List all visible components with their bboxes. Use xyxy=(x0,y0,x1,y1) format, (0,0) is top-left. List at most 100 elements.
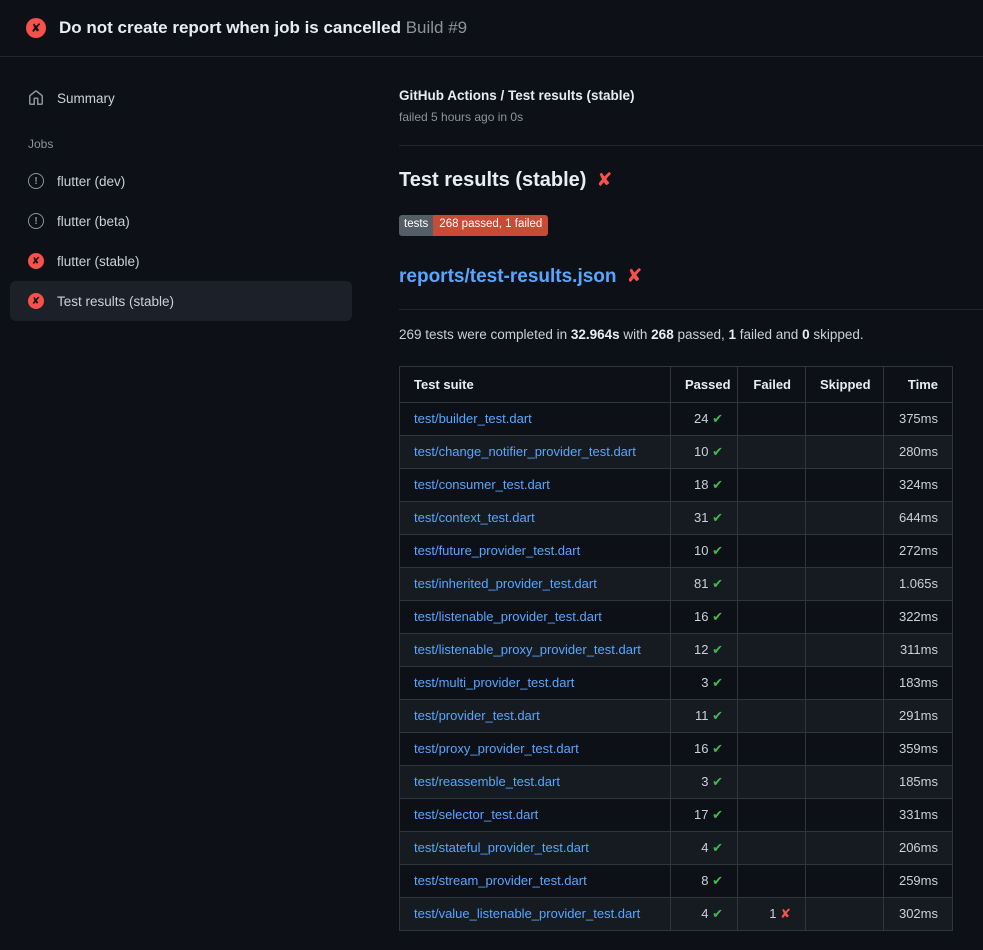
test-suite-link[interactable]: test/stateful_provider_test.dart xyxy=(414,840,589,855)
table-cell xyxy=(738,732,806,765)
failed-x-icon: ✘ xyxy=(627,267,643,286)
table-cell xyxy=(806,435,884,468)
table-cell: 206ms xyxy=(884,831,953,864)
table-cell: test/stream_provider_test.dart xyxy=(400,864,671,897)
check-icon: ✔ xyxy=(712,840,723,855)
table-cell xyxy=(806,864,884,897)
column-header: Skipped xyxy=(806,366,884,402)
table-cell: 16 ✔ xyxy=(671,732,738,765)
table-row: test/reassemble_test.dart 3 ✔ 185ms xyxy=(400,765,953,798)
check-icon: ✔ xyxy=(712,642,723,657)
table-cell: 4 ✔ xyxy=(671,897,738,930)
table-cell: 4 ✔ xyxy=(671,831,738,864)
table-cell: 280ms xyxy=(884,435,953,468)
test-suite-link[interactable]: test/change_notifier_provider_test.dart xyxy=(414,444,636,459)
test-suite-link[interactable]: test/selector_test.dart xyxy=(414,807,538,822)
table-cell: test/provider_test.dart xyxy=(400,699,671,732)
section-title: Test results (stable) ✘ xyxy=(399,169,983,192)
table-cell: 185ms xyxy=(884,765,953,798)
check-icon: ✔ xyxy=(712,543,723,558)
table-row: test/context_test.dart31 ✔644ms xyxy=(400,501,953,534)
table-cell xyxy=(806,798,884,831)
job-label: Test results (stable) xyxy=(57,294,174,309)
table-cell: 302ms xyxy=(884,897,953,930)
sidebar-item-test-results-stable[interactable]: ✘Test results (stable) xyxy=(10,281,352,321)
divider xyxy=(399,309,983,310)
sidebar-item-flutter-beta[interactable]: !flutter (beta) xyxy=(10,201,352,241)
test-suite-link[interactable]: test/reassemble_test.dart xyxy=(414,774,560,789)
table-cell: 10 ✔ xyxy=(671,435,738,468)
table-cell xyxy=(806,402,884,435)
table-cell: test/change_notifier_provider_test.dart xyxy=(400,435,671,468)
summary-label: Summary xyxy=(57,91,115,106)
table-cell xyxy=(738,435,806,468)
table-cell xyxy=(806,765,884,798)
table-row: test/listenable_proxy_provider_test.dart… xyxy=(400,633,953,666)
sidebar-item-summary[interactable]: Summary xyxy=(0,81,399,115)
x-circle-fill-icon: ✘ xyxy=(28,253,44,269)
test-suite-link[interactable]: test/inherited_provider_test.dart xyxy=(414,576,597,591)
table-row: test/future_provider_test.dart10 ✔272ms xyxy=(400,534,953,567)
table-cell: test/multi_provider_test.dart xyxy=(400,666,671,699)
results-table-body: test/builder_test.dart24 ✔375mstest/chan… xyxy=(400,402,953,930)
table-row: test/builder_test.dart24 ✔375ms xyxy=(400,402,953,435)
table-cell xyxy=(738,864,806,897)
sidebar-item-flutter-stable[interactable]: ✘flutter (stable) xyxy=(10,241,352,281)
column-header: Test suite xyxy=(400,366,671,402)
results-table: Test suitePassedFailedSkippedTime test/b… xyxy=(399,366,953,931)
table-cell: 18 ✔ xyxy=(671,468,738,501)
check-icon: ✔ xyxy=(712,906,723,921)
job-label: flutter (beta) xyxy=(57,214,130,229)
table-cell: 3 ✔ xyxy=(671,765,738,798)
table-row: test/provider_test.dart11 ✔291ms xyxy=(400,699,953,732)
table-cell xyxy=(738,501,806,534)
test-suite-link[interactable]: test/context_test.dart xyxy=(414,510,535,525)
report-link[interactable]: reports/test-results.json xyxy=(399,266,617,288)
table-cell: test/stateful_provider_test.dart xyxy=(400,831,671,864)
test-suite-link[interactable]: test/multi_provider_test.dart xyxy=(414,675,574,690)
check-icon: ✔ xyxy=(712,774,723,789)
check-icon: ✔ xyxy=(712,411,723,426)
table-cell: 1.065s xyxy=(884,567,953,600)
summary-skipped: 0 xyxy=(802,327,810,342)
table-cell: 24 ✔ xyxy=(671,402,738,435)
column-header: Time xyxy=(884,366,953,402)
table-cell: 272ms xyxy=(884,534,953,567)
test-suite-link[interactable]: test/proxy_provider_test.dart xyxy=(414,741,579,756)
table-row: test/listenable_provider_test.dart16 ✔32… xyxy=(400,600,953,633)
check-icon: ✔ xyxy=(712,477,723,492)
table-cell: 331ms xyxy=(884,798,953,831)
table-cell: 17 ✔ xyxy=(671,798,738,831)
test-suite-link[interactable]: test/provider_test.dart xyxy=(414,708,540,723)
test-suite-link[interactable]: test/builder_test.dart xyxy=(414,411,532,426)
test-suite-link[interactable]: test/consumer_test.dart xyxy=(414,477,550,492)
table-cell: 81 ✔ xyxy=(671,567,738,600)
table-cell xyxy=(738,831,806,864)
table-cell: 311ms xyxy=(884,633,953,666)
table-row: test/consumer_test.dart18 ✔324ms xyxy=(400,468,953,501)
test-suite-link[interactable]: test/value_listenable_provider_test.dart xyxy=(414,906,640,921)
table-cell: test/proxy_provider_test.dart xyxy=(400,732,671,765)
table-row: test/value_listenable_provider_test.dart… xyxy=(400,897,953,930)
test-suite-link[interactable]: test/listenable_proxy_provider_test.dart xyxy=(414,642,641,657)
table-cell xyxy=(738,666,806,699)
main-content: GitHub Actions / Test results (stable) f… xyxy=(399,57,983,931)
sidebar: Summary Jobs !flutter (dev)!flutter (bet… xyxy=(0,57,399,321)
table-cell: test/listenable_proxy_provider_test.dart xyxy=(400,633,671,666)
table-cell: 3 ✔ xyxy=(671,666,738,699)
summary-p1: 269 tests were completed in xyxy=(399,327,571,342)
table-cell xyxy=(806,567,884,600)
test-suite-link[interactable]: test/stream_provider_test.dart xyxy=(414,873,587,888)
sidebar-item-flutter-dev[interactable]: !flutter (dev) xyxy=(10,161,352,201)
run-header: ✘ Do not create report when job is cance… xyxy=(0,0,983,57)
test-suite-link[interactable]: test/listenable_provider_test.dart xyxy=(414,609,602,624)
table-cell: 259ms xyxy=(884,864,953,897)
test-suite-link[interactable]: test/future_provider_test.dart xyxy=(414,543,580,558)
table-cell: 1 ✘ xyxy=(738,897,806,930)
table-cell: 8 ✔ xyxy=(671,864,738,897)
table-cell: test/listenable_provider_test.dart xyxy=(400,600,671,633)
table-cell: 183ms xyxy=(884,666,953,699)
table-cell xyxy=(806,831,884,864)
table-cell: test/value_listenable_provider_test.dart xyxy=(400,897,671,930)
table-cell xyxy=(806,501,884,534)
